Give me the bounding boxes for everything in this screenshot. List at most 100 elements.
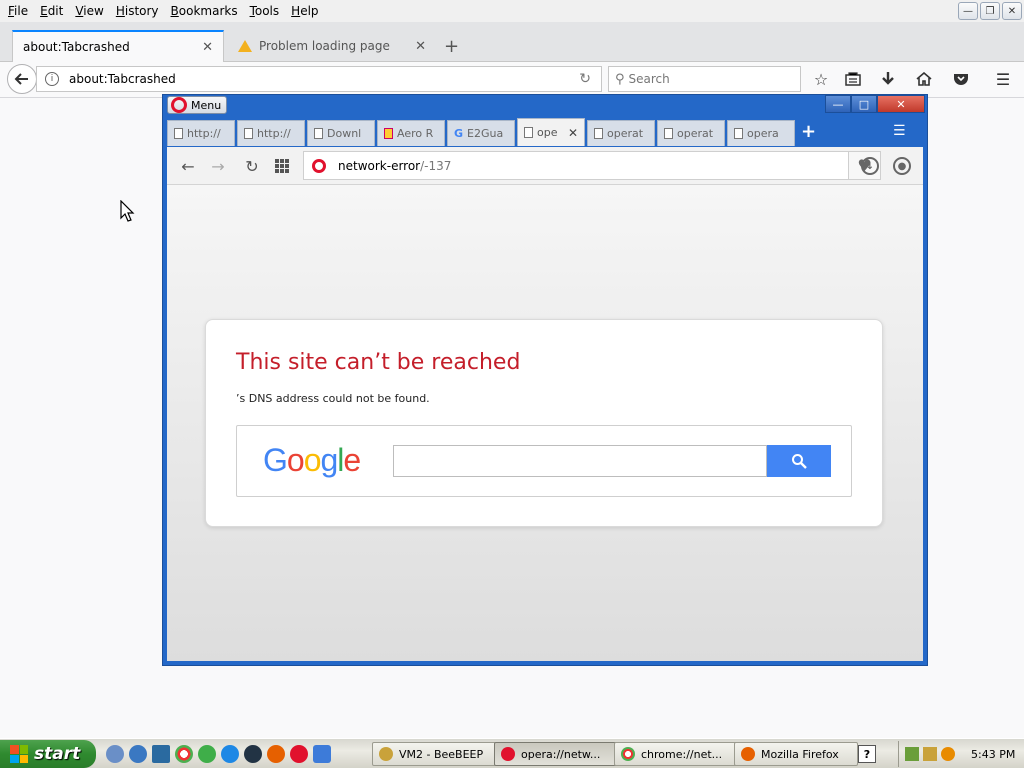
opera-icon: [501, 747, 515, 761]
google-logo: Google: [263, 442, 361, 479]
google-letter: o: [286, 442, 305, 478]
opera-menu-button[interactable]: Menu: [167, 96, 227, 114]
quicklaunch-app-icon[interactable]: [244, 745, 262, 763]
account-icon[interactable]: ●: [893, 157, 911, 175]
quick-launch: [106, 745, 331, 763]
close-tab-icon[interactable]: ✕: [202, 40, 213, 55]
opera-forward-icon[interactable]: →: [207, 155, 229, 177]
opera-window: Menu — □ ✕ http:// http:// Downl Aero R …: [162, 94, 928, 666]
opera-back-icon[interactable]: ←: [177, 155, 199, 177]
quicklaunch-app-icon[interactable]: [313, 745, 331, 763]
minimize-button[interactable]: —: [958, 2, 978, 20]
page-icon: [524, 127, 533, 138]
home-icon[interactable]: [913, 68, 935, 90]
app-tray-icon[interactable]: [923, 747, 937, 761]
library-icon[interactable]: [842, 68, 864, 90]
google-icon: G: [454, 127, 464, 140]
hamburger-menu-icon[interactable]: ☰: [992, 68, 1014, 90]
menu-bookmarks[interactable]: Bookmarks: [165, 4, 244, 18]
taskbar: start VM2 - BeeBEEP opera://netw... chro…: [0, 738, 1024, 768]
tab-about-tabcrashed[interactable]: about:Tabcrashed ✕: [12, 30, 224, 62]
quicklaunch-app-icon[interactable]: [106, 745, 124, 763]
firefox-icon[interactable]: [267, 745, 285, 763]
opera-tab[interactable]: Aero R: [377, 120, 445, 146]
back-button[interactable]: [7, 64, 37, 94]
tab-problem-loading[interactable]: Problem loading page ✕: [228, 30, 436, 62]
close-tab-icon[interactable]: ✕: [415, 39, 426, 54]
error-description: ’s DNS address could not be found.: [236, 392, 430, 405]
info-icon[interactable]: i: [45, 72, 59, 86]
chrome-icon[interactable]: [175, 745, 193, 763]
page-icon: [244, 128, 253, 139]
download-icon[interactable]: [877, 68, 899, 90]
taskbar-button-chrome[interactable]: chrome://net...: [614, 742, 738, 766]
google-search-box: Google: [236, 425, 852, 497]
firefox-navbar: i about:Tabcrashed ↻ ⚲ Search ☆ ☰: [0, 62, 1024, 98]
network-tray-icon[interactable]: [905, 747, 919, 761]
close-tab-icon[interactable]: ✕: [568, 126, 578, 140]
opera-reload-icon[interactable]: ↻: [241, 155, 263, 177]
menu-file[interactable]: File: [2, 4, 34, 18]
reload-icon[interactable]: ↻: [579, 71, 591, 87]
page-icon: [664, 128, 673, 139]
url-text: about:Tabcrashed: [69, 72, 176, 86]
search-placeholder: Search: [628, 72, 670, 86]
opera-tabbar: http:// http:// Downl Aero R G E2Gua ope ✕…: [167, 117, 923, 147]
url-bar[interactable]: i about:Tabcrashed ↻: [36, 66, 602, 92]
ie-icon[interactable]: [221, 745, 239, 763]
taskbar-button-beebeep[interactable]: VM2 - BeeBEEP: [372, 742, 496, 766]
menu-edit[interactable]: Edit: [34, 4, 69, 18]
back-arrow-icon: [14, 73, 28, 85]
opera-tab[interactable]: http://: [237, 120, 305, 146]
google-search-button[interactable]: [767, 445, 831, 477]
opera-download-icon[interactable]: ↓: [861, 157, 879, 175]
opera-tab[interactable]: Downl: [307, 120, 375, 146]
error-title: This site can’t be reached: [236, 350, 521, 375]
quicklaunch-app-icon[interactable]: [198, 745, 216, 763]
start-label: start: [34, 744, 81, 764]
error-card: This site can’t be reached ’s DNS addres…: [205, 319, 883, 527]
tab-menu-icon[interactable]: ☰: [893, 123, 906, 139]
opera-window-controls: — □ ✕: [825, 95, 925, 113]
quicklaunch-app-icon[interactable]: [152, 745, 170, 763]
menu-history[interactable]: History: [110, 4, 165, 18]
speed-dial-grid-icon[interactable]: [271, 155, 293, 177]
opera-menu-label: Menu: [191, 98, 222, 112]
menu-view[interactable]: View: [69, 4, 109, 18]
opera-new-tab-icon[interactable]: +: [801, 121, 816, 142]
menu-tools[interactable]: Tools: [244, 4, 286, 18]
opera-tab[interactable]: operat: [587, 120, 655, 146]
opera-tab[interactable]: http://: [167, 120, 235, 146]
google-letter: g: [320, 442, 338, 478]
taskbar-button-opera[interactable]: opera://netw...: [494, 742, 618, 766]
help-icon[interactable]: ?: [858, 745, 876, 763]
clock[interactable]: 5:43 PM: [971, 748, 1015, 761]
opera-tab-active[interactable]: ope ✕: [517, 118, 585, 146]
start-button[interactable]: start: [0, 740, 96, 768]
close-window-button[interactable]: ✕: [1002, 2, 1022, 20]
search-icon: ⚲: [615, 71, 625, 87]
opera-tab[interactable]: operat: [657, 120, 725, 146]
restore-button[interactable]: ❐: [980, 2, 1000, 20]
pocket-icon[interactable]: [950, 68, 972, 90]
menu-help[interactable]: Help: [285, 4, 324, 18]
taskbar-button-firefox[interactable]: Mozilla Firefox: [734, 742, 858, 766]
opera-minimize-button[interactable]: —: [825, 95, 851, 113]
search-box[interactable]: ⚲ Search: [608, 66, 801, 92]
chrome-icon: [621, 747, 635, 761]
opera-maximize-button[interactable]: □: [851, 95, 877, 113]
opera-tab[interactable]: opera: [727, 120, 795, 146]
opera-tab[interactable]: G E2Gua: [447, 120, 515, 146]
new-tab-icon[interactable]: +: [444, 36, 459, 57]
search-tray-icon[interactable]: [941, 747, 955, 761]
opera-address-bar[interactable]: network-error/-137: [303, 151, 849, 180]
quicklaunch-app-icon[interactable]: [129, 745, 147, 763]
address-path: /-137: [420, 158, 452, 173]
page-icon: [174, 128, 183, 139]
firefox-window-controls: — ❐ ✕: [958, 2, 1022, 20]
opera-icon[interactable]: [290, 745, 308, 763]
bookmark-star-icon[interactable]: ☆: [810, 68, 832, 90]
google-search-input[interactable]: [393, 445, 767, 477]
opera-close-button[interactable]: ✕: [877, 95, 925, 113]
firefox-menubar: File Edit View History Bookmarks Tools H…: [0, 0, 1024, 22]
